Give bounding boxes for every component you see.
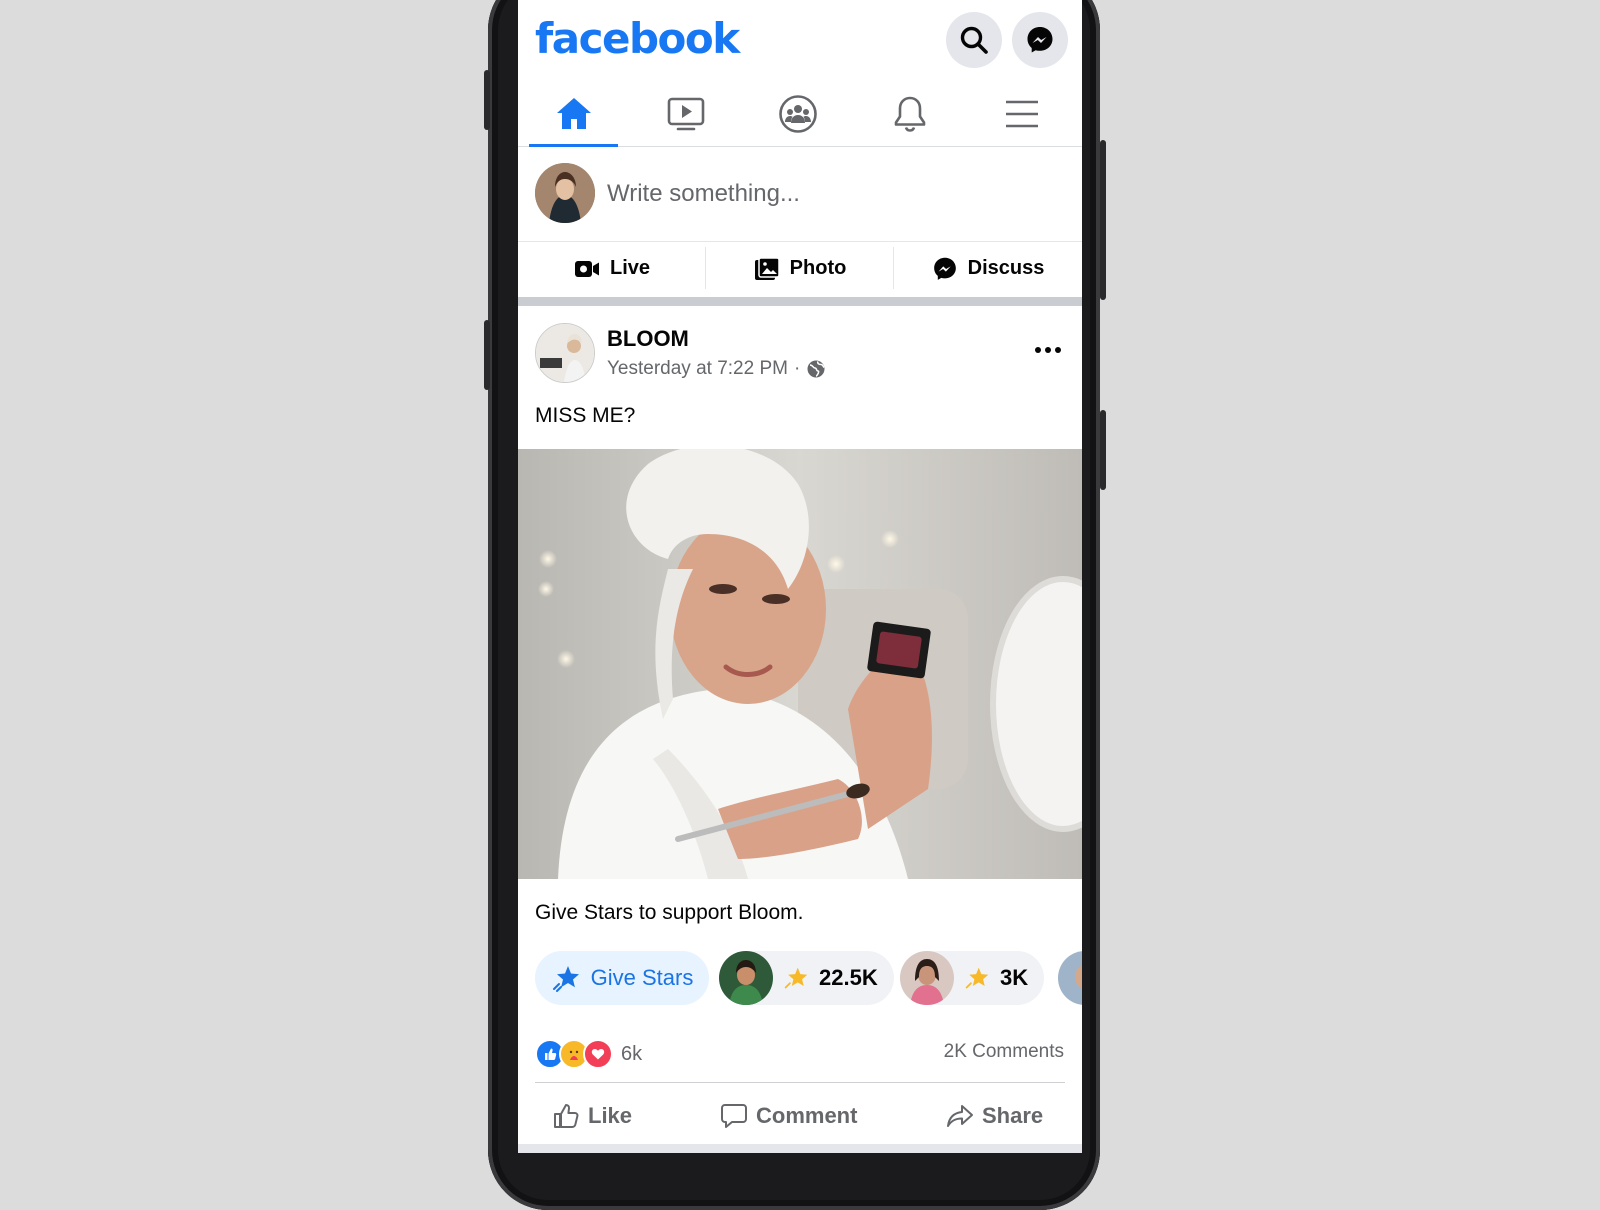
give-stars-label: Give Stars [590, 965, 694, 990]
star-supporter-chip[interactable]: 3K [900, 951, 1045, 1005]
composer-input[interactable]: Write something... [607, 177, 1047, 211]
post-timestamp[interactable]: Yesterday at 7:22 PM [607, 358, 788, 380]
tab-notifications[interactable] [854, 82, 966, 146]
star-count: 3K [1000, 965, 1029, 990]
thumbs-up-icon [554, 1104, 579, 1128]
share-icon [947, 1105, 973, 1127]
facebook-logo[interactable]: facebook [535, 14, 740, 63]
post-text: MISS ME? [535, 404, 636, 427]
share-label: Share [982, 1103, 1044, 1128]
post-actions: Like Comment Share [518, 1092, 1082, 1140]
phone-side-button-left [484, 320, 490, 390]
post-composer: Write something... [518, 147, 1082, 242]
messenger-icon [933, 257, 956, 280]
photo-button[interactable]: Photo [706, 241, 894, 296]
comment-button[interactable]: Comment [720, 1092, 857, 1140]
comment-icon [721, 1104, 747, 1128]
love-reaction-icon [583, 1039, 613, 1069]
meta-separator: · [793, 358, 801, 379]
discuss-button[interactable]: Discuss [894, 241, 1082, 296]
star-supporter-chip[interactable]: 22.5K [719, 951, 894, 1005]
top-bar: facebook [518, 0, 1082, 82]
phone-side-button-left [484, 70, 490, 130]
live-label: Live [609, 257, 651, 279]
star-icon [552, 966, 579, 992]
tab-menu[interactable] [966, 82, 1078, 146]
supporter-avatar [719, 951, 773, 1005]
dot [1035, 347, 1041, 353]
dot [1045, 347, 1051, 353]
give-stars-button[interactable]: Give Stars [535, 951, 709, 1005]
main-nav [518, 82, 1082, 147]
feed-divider [518, 1144, 1082, 1153]
page-avatar[interactable] [535, 323, 595, 383]
reaction-count: 6k [621, 1042, 643, 1065]
photo-icon [754, 256, 780, 280]
share-button[interactable]: Share [946, 1092, 1043, 1140]
like-button[interactable]: Like [552, 1092, 632, 1140]
video-icon [667, 97, 705, 131]
reactions-summary[interactable]: 6k [535, 1039, 643, 1069]
search-icon [960, 26, 988, 54]
composer-actions: Live Photo Discuss [518, 241, 1082, 296]
discuss-label: Discuss [967, 257, 1045, 279]
supporter-avatar[interactable] [1058, 951, 1082, 1005]
stars-prompt: Give Stars to support Bloom. [535, 901, 804, 924]
divider [535, 1082, 1065, 1083]
home-icon [557, 98, 591, 129]
dot [1055, 347, 1061, 353]
star-icon [965, 967, 989, 989]
bell-icon [894, 96, 926, 132]
menu-icon [1006, 100, 1038, 128]
user-avatar[interactable] [535, 163, 595, 223]
post-meta: Yesterday at 7:22 PM · [607, 358, 826, 380]
messenger-button[interactable] [1012, 12, 1068, 68]
post-photo[interactable] [518, 449, 1082, 879]
post-author[interactable]: BLOOM [607, 326, 689, 352]
comments-count[interactable]: 2K Comments [944, 1041, 1064, 1063]
tab-groups[interactable] [742, 82, 854, 146]
like-label: Like [588, 1103, 633, 1128]
tab-watch[interactable] [630, 82, 742, 146]
photo-label: Photo [789, 257, 847, 279]
phone-side-button-right [1100, 140, 1106, 300]
app-screen: facebook Write something... Live Photo D… [518, 0, 1082, 1153]
post-options-button[interactable] [1032, 340, 1064, 360]
groups-icon [779, 95, 817, 133]
tab-home[interactable] [518, 82, 630, 147]
messenger-icon [1027, 27, 1053, 53]
star-count: 22.5K [819, 965, 878, 990]
supporter-avatar [900, 951, 954, 1005]
phone-side-button-right [1100, 410, 1106, 490]
globe-icon [807, 360, 825, 378]
star-icon [784, 967, 808, 989]
comment-label: Comment [756, 1103, 858, 1128]
feed-divider [518, 297, 1082, 306]
live-button[interactable]: Live [518, 241, 706, 296]
search-button[interactable] [946, 12, 1002, 68]
live-video-icon [574, 260, 599, 277]
